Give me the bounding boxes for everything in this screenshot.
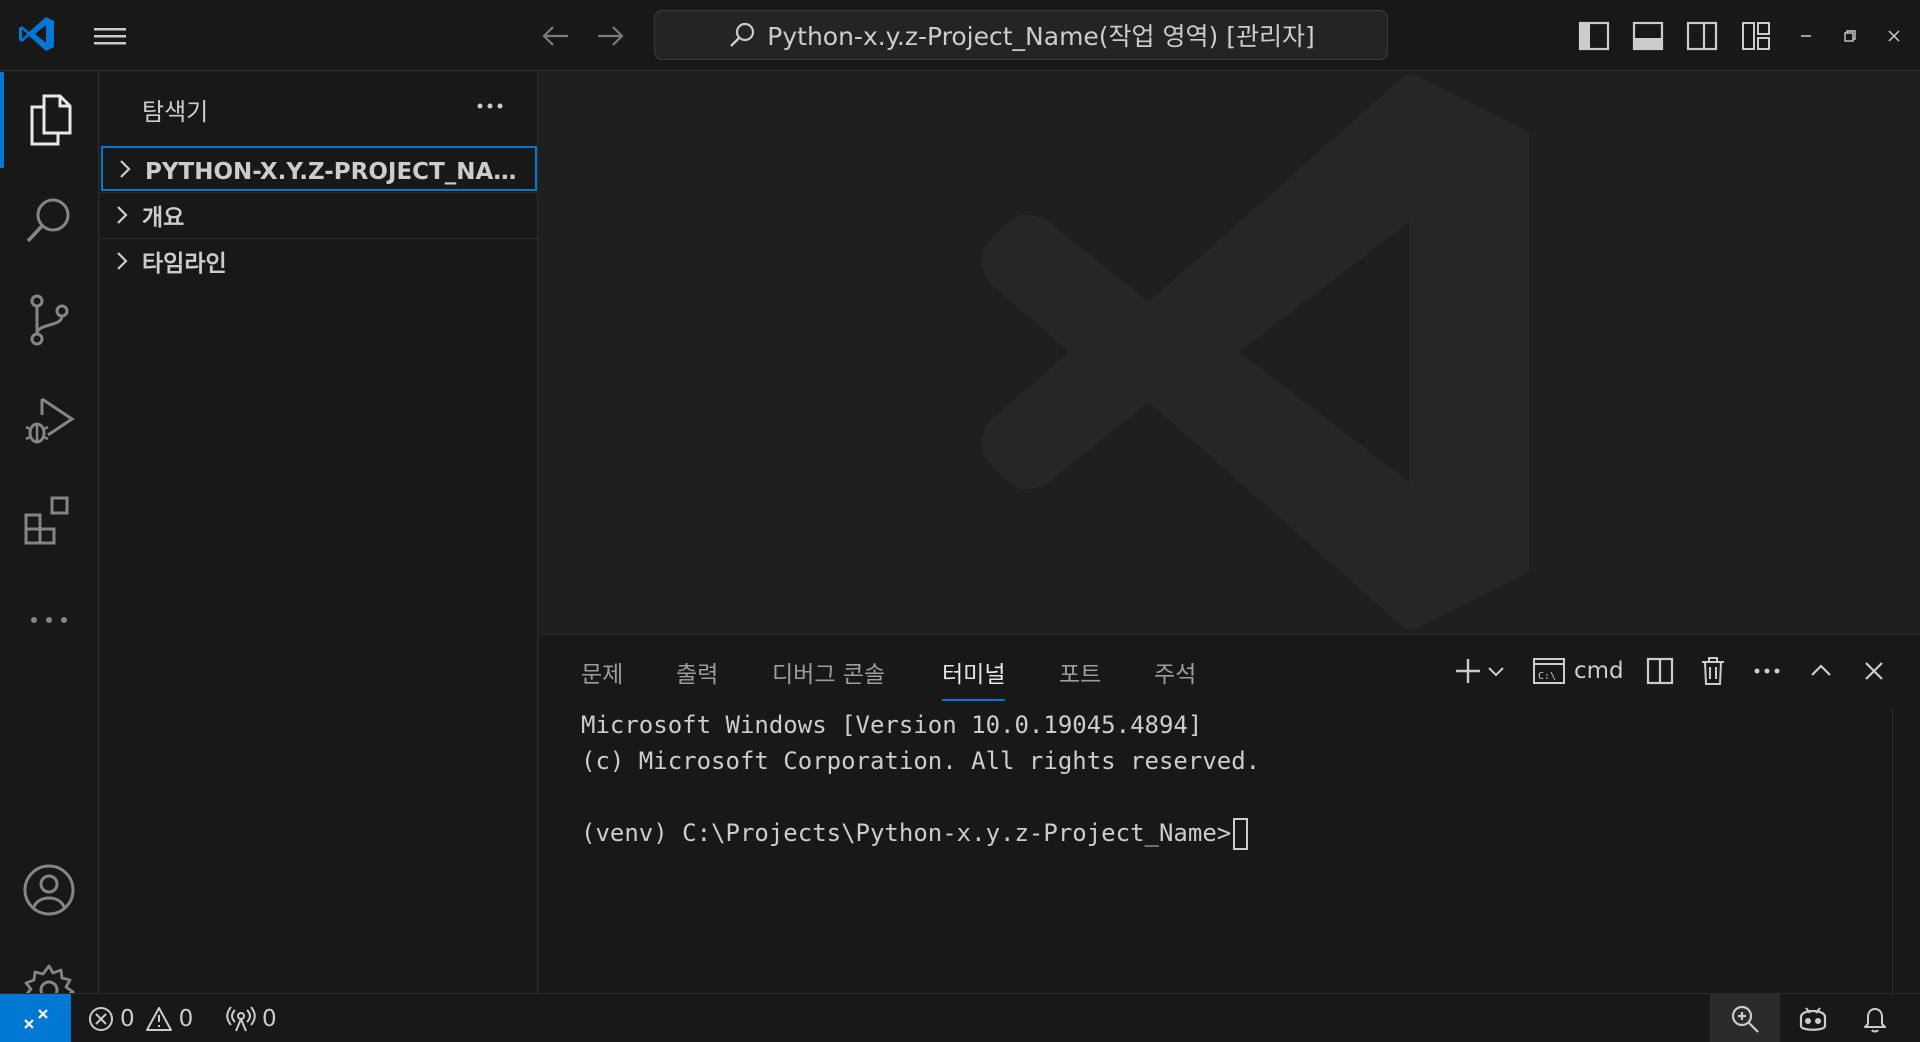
ports-count: 0 xyxy=(262,1005,277,1032)
svg-text:C:\: C:\ xyxy=(1538,671,1556,682)
terminal-prompt-line: (venv) C:\Projects\Python-x.y.z-Project_… xyxy=(581,815,1260,851)
tab-comments[interactable]: 주석 xyxy=(1154,655,1196,689)
cmd-terminal-icon: C:\ xyxy=(1532,656,1566,686)
terminal-prompt: (venv) C:\Projects\Python-x.y.z-Project_… xyxy=(581,819,1232,847)
more-actions-icon[interactable] xyxy=(472,88,508,124)
sidebar-section-outline[interactable]: 개요 xyxy=(100,192,537,237)
source-control-icon[interactable] xyxy=(0,272,98,368)
chevron-down-icon[interactable] xyxy=(1485,653,1507,689)
arrow-right-icon[interactable] xyxy=(592,20,628,52)
search-icon[interactable] xyxy=(0,172,98,268)
toggle-secondary-sidebar-icon[interactable] xyxy=(1684,18,1720,54)
close-icon[interactable] xyxy=(1880,22,1908,50)
sidebar-title: 탐색기 xyxy=(142,98,209,126)
search-icon xyxy=(727,20,757,50)
warning-count: 0 xyxy=(178,1005,194,1032)
extensions-icon[interactable] xyxy=(0,472,98,568)
broadcast-icon xyxy=(226,1005,256,1032)
customize-layout-icon[interactable] xyxy=(1738,18,1774,54)
copilot-icon[interactable] xyxy=(1788,994,1838,1042)
restore-icon[interactable] xyxy=(1836,22,1864,50)
tab-terminal[interactable]: 터미널 xyxy=(942,655,1006,701)
error-count: 0 xyxy=(120,1005,135,1032)
chevron-right-icon xyxy=(108,201,136,229)
chevron-right-icon xyxy=(111,155,139,183)
remote-indicator-icon[interactable] xyxy=(0,994,71,1042)
new-terminal-icon[interactable] xyxy=(1451,653,1485,689)
terminal-scrollbar[interactable] xyxy=(1892,707,1920,994)
terminal-line: Microsoft Windows [Version 10.0.19045.48… xyxy=(581,711,1203,739)
arrow-left-icon[interactable] xyxy=(538,20,574,52)
ports-status[interactable]: 0 xyxy=(226,994,277,1042)
run-debug-icon[interactable] xyxy=(0,372,98,468)
hamburger-menu-icon[interactable] xyxy=(92,20,130,52)
status-bar: 0 0 0 xyxy=(0,993,1920,1042)
minimize-icon[interactable] xyxy=(1792,22,1820,50)
tab-ports[interactable]: 포트 xyxy=(1059,655,1101,689)
bottom-panel: 문제 출력 디버그 콘솔 터미널 포트 주석 C:\ cmd Microsoft… xyxy=(539,634,1920,994)
sidebar-section-label: 개요 xyxy=(142,205,185,231)
vscode-watermark-icon xyxy=(959,72,1559,634)
split-terminal-icon[interactable] xyxy=(1643,653,1677,689)
terminal-line: (c) Microsoft Corporation. All rights re… xyxy=(581,747,1261,775)
sidebar-section-label: PYTHON-X.Y.Z-PROJECT_NAME(작... xyxy=(145,158,535,185)
activity-bar xyxy=(0,72,99,1014)
warning-icon xyxy=(145,1006,173,1032)
more-icon[interactable] xyxy=(0,572,98,668)
chevron-right-icon xyxy=(108,247,136,275)
notifications-bell-icon[interactable] xyxy=(1850,994,1900,1042)
vscode-logo-icon xyxy=(17,14,57,54)
explorer-icon[interactable] xyxy=(0,72,98,168)
more-actions-icon[interactable] xyxy=(1750,653,1784,689)
error-icon xyxy=(88,1006,114,1032)
account-icon[interactable] xyxy=(0,842,98,938)
terminal-cursor xyxy=(1233,818,1249,850)
problems-status[interactable]: 0 0 xyxy=(88,994,193,1042)
sidebar-section-workspace[interactable]: PYTHON-X.Y.Z-PROJECT_NAME(작... xyxy=(101,146,537,191)
tab-debug-console[interactable]: 디버그 콘솔 xyxy=(772,655,885,689)
toggle-primary-sidebar-icon[interactable] xyxy=(1576,18,1612,54)
trash-icon[interactable] xyxy=(1696,653,1730,689)
tab-output[interactable]: 출력 xyxy=(676,655,718,689)
terminal-shell-selector[interactable]: C:\ cmd xyxy=(1532,653,1624,689)
title-bar: Python-x.y.z-Project_Name(작업 영역) [관리자] xyxy=(0,0,1920,71)
terminal-output[interactable]: Microsoft Windows [Version 10.0.19045.48… xyxy=(581,707,1260,851)
maximize-panel-icon[interactable] xyxy=(1804,653,1838,689)
toggle-panel-icon[interactable] xyxy=(1630,18,1666,54)
sidebar-section-label: 타임라인 xyxy=(142,251,227,277)
close-panel-icon[interactable] xyxy=(1857,653,1891,689)
editor-area[interactable] xyxy=(539,72,1920,634)
explorer-sidebar: 탐색기 PYTHON-X.Y.Z-PROJECT_NAME(작... 개요 타임… xyxy=(100,72,538,993)
sidebar-section-timeline[interactable]: 타임라인 xyxy=(100,238,537,283)
command-center-text: Python-x.y.z-Project_Name(작업 영역) [관리자] xyxy=(767,22,1315,51)
terminal-shell-label: cmd xyxy=(1574,658,1624,684)
zoom-icon[interactable] xyxy=(1710,994,1780,1042)
command-center-search[interactable]: Python-x.y.z-Project_Name(작업 영역) [관리자] xyxy=(654,10,1388,60)
tab-problems[interactable]: 문제 xyxy=(581,655,623,689)
